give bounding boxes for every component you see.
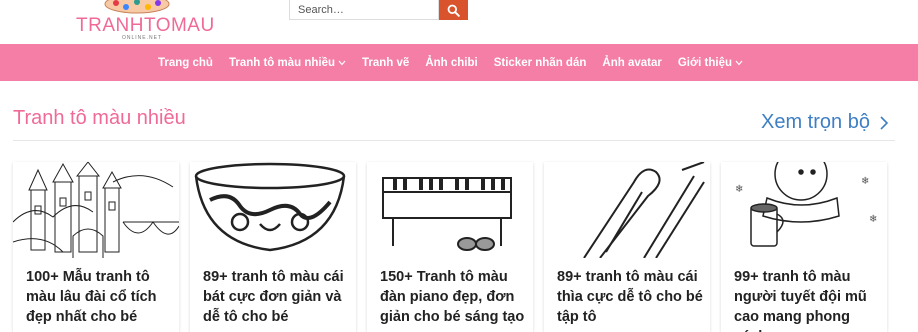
site-logo[interactable]: TRANHTOMAU ONLINE.NET <box>72 0 214 44</box>
palette-icon <box>104 0 170 14</box>
site-header: TRANHTOMAU ONLINE.NET <box>0 0 918 44</box>
search-input[interactable] <box>289 0 439 20</box>
nav-item-label: Giới thiệu <box>677 56 733 69</box>
nav-item-label: Ảnh avatar <box>602 56 662 69</box>
svg-text:❄: ❄ <box>869 214 877 225</box>
nav-item[interactable]: Trang chủ <box>158 57 213 69</box>
card-title[interactable]: 89+ tranh tô màu cái bát cực đơn giản và… <box>203 267 349 327</box>
chevron-down-icon <box>735 60 743 66</box>
article-card[interactable]: ❄ ❄ ❄ 99+ tranh tô màu người tuyết đội mũ c… <box>721 162 887 332</box>
search-button[interactable] <box>439 0 468 20</box>
svg-text:❄: ❄ <box>735 184 743 195</box>
nav-item-label: Sticker nhãn dán <box>493 56 587 69</box>
nav-item-label: Ảnh chibi <box>425 56 478 69</box>
card-thumbnail[interactable] <box>544 162 710 259</box>
nav-item[interactable]: Tranh tô màu nhiều <box>229 57 346 69</box>
card-thumbnail[interactable] <box>13 162 179 258</box>
card-thumbnail[interactable] <box>190 162 356 258</box>
section-title: Tranh tô màu nhiều <box>13 107 186 129</box>
nav-item[interactable]: Tranh vẽ <box>362 57 409 69</box>
nav-item-label: Tranh tô màu nhiều <box>228 56 336 69</box>
article-card[interactable]: 150+ Tranh tô màu đàn piano đẹp, đơn giả… <box>367 162 533 332</box>
article-card[interactable]: 100+ Mẫu tranh tô màu lâu đài cổ tích đẹ… <box>13 162 179 332</box>
nav-item[interactable]: Giới thiệu <box>678 57 743 69</box>
logo-text: TRANHTOMAU <box>76 15 215 36</box>
nav-item[interactable]: Ảnh chibi <box>425 57 477 69</box>
nav-item[interactable]: Ảnh avatar <box>602 57 661 69</box>
svg-text:❄: ❄ <box>861 176 869 187</box>
nav-item-label: Trang chủ <box>158 56 213 69</box>
article-card[interactable]: 89+ tranh tô màu cái thìa cực dễ tô cho … <box>544 162 710 332</box>
section-divider <box>13 140 895 141</box>
article-card[interactable]: 89+ tranh tô màu cái bát cực đơn giản và… <box>190 162 356 332</box>
card-title[interactable]: 99+ tranh tô màu người tuyết đội mũ cao … <box>734 267 880 332</box>
search-icon <box>447 4 460 17</box>
card-title[interactable]: 150+ Tranh tô màu đàn piano đẹp, đơn giả… <box>380 267 526 327</box>
logo-subtext: ONLINE.NET <box>122 35 163 41</box>
nav-item-label: Tranh vẽ <box>362 56 410 69</box>
chevron-down-icon <box>338 60 346 66</box>
nav-item[interactable]: Sticker nhãn dán <box>494 57 587 69</box>
card-title[interactable]: 89+ tranh tô màu cái thìa cực dễ tô cho … <box>557 267 703 327</box>
see-all-label: Xem trọn bộ <box>761 111 870 133</box>
main-nav: Trang chủ Tranh tô màu nhiều Tranh vẽ Ảnh c… <box>0 44 918 81</box>
chevron-right-icon <box>880 115 888 130</box>
nav-items: Trang chủ Tranh tô màu nhiều Tranh vẽ Ảnh c… <box>158 44 759 81</box>
card-thumbnail[interactable] <box>367 162 533 258</box>
card-title[interactable]: 100+ Mẫu tranh tô màu lâu đài cổ tích đẹ… <box>26 267 172 327</box>
card-thumbnail[interactable]: ❄ ❄ ❄ <box>721 162 887 258</box>
see-all-link[interactable]: Xem trọn bộ <box>761 111 888 134</box>
search-form <box>289 0 468 20</box>
